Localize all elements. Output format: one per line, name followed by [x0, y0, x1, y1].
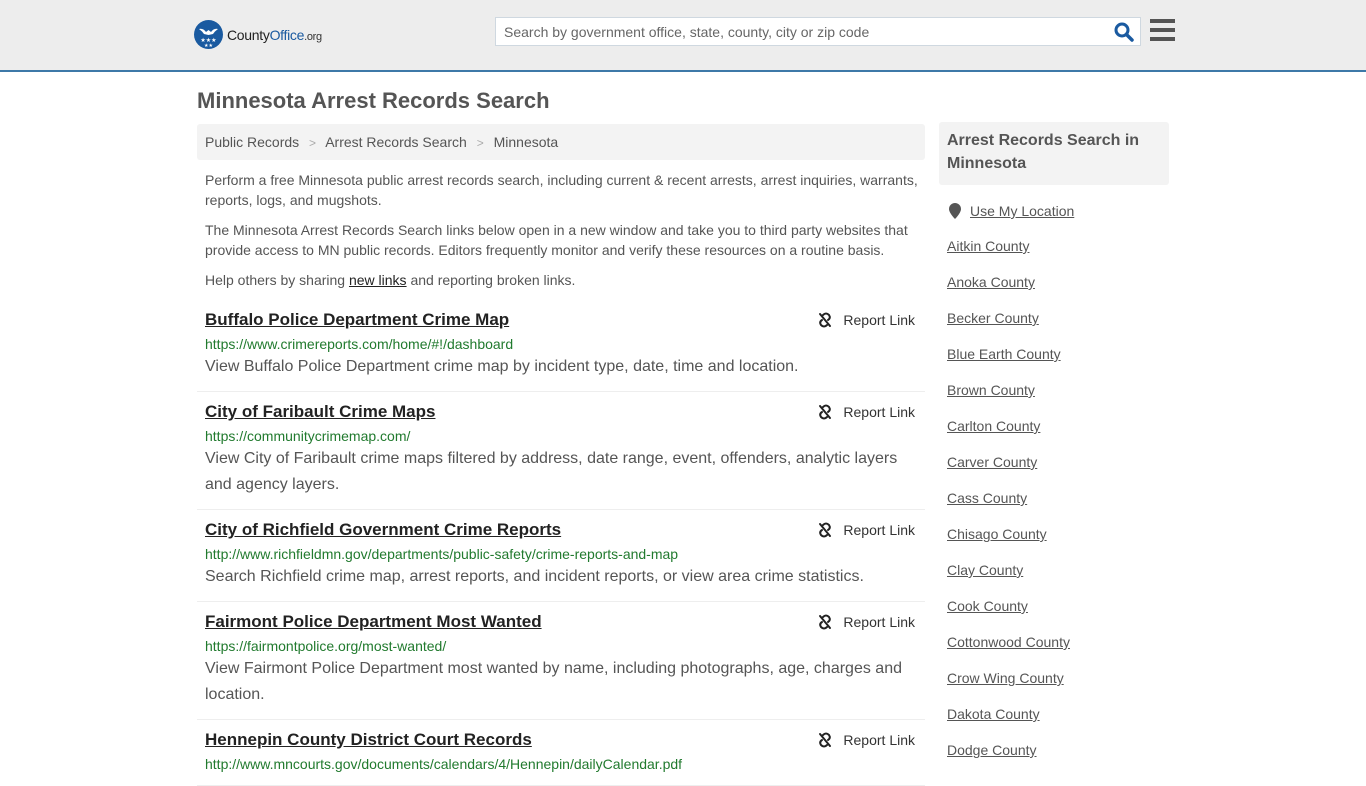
county-link[interactable]: Cottonwood County	[947, 634, 1070, 650]
report-link-button[interactable]: Report Link	[817, 522, 915, 538]
page-title: Minnesota Arrest Records Search	[197, 88, 550, 113]
county-list-item: Becker County	[947, 300, 1169, 336]
result-url[interactable]: https://communitycrimemap.com/	[205, 426, 917, 446]
county-link[interactable]: Chisago County	[947, 526, 1047, 542]
breadcrumb-separator: >	[309, 136, 317, 150]
broken-link-icon	[819, 732, 832, 748]
county-link[interactable]: Carlton County	[947, 418, 1040, 434]
county-list-item: Cottonwood County	[947, 624, 1169, 660]
result-item: City of Faribault Crime Maps Report Link h…	[197, 392, 925, 510]
county-list-item: Blue Earth County	[947, 336, 1169, 372]
county-list-item: Crow Wing County	[947, 660, 1169, 696]
county-list-item: Dodge County	[947, 732, 1169, 768]
hamburger-icon	[1150, 19, 1175, 23]
county-list-item: Clay County	[947, 552, 1169, 588]
use-my-location-link[interactable]: Use My Location	[970, 203, 1074, 219]
county-list-item: Carver County	[947, 444, 1169, 480]
result-description: Search Richfield crime map, arrest repor…	[205, 568, 864, 585]
report-link-label: Report Link	[843, 312, 915, 328]
result-url[interactable]: https://fairmontpolice.org/most-wanted/	[205, 636, 917, 656]
breadcrumb-public-records[interactable]: Public Records	[205, 134, 299, 150]
site-logo[interactable]: ★★★ ★★ CountyOffice.org	[194, 20, 322, 49]
county-link[interactable]: Cook County	[947, 598, 1028, 614]
county-link[interactable]: Crow Wing County	[947, 670, 1064, 686]
search-button[interactable]	[1114, 22, 1134, 42]
result-item: Hennepin County District Court Records Re…	[197, 720, 925, 786]
result-title-link[interactable]: Fairmont Police Department Most Wanted	[205, 612, 542, 632]
result-url[interactable]: https://www.crimereports.com/home/#!/das…	[205, 334, 917, 354]
result-item: City of Richfield Government Crime Repor…	[197, 510, 925, 602]
logo-text: CountyOffice.org	[227, 26, 322, 43]
broken-link-icon	[819, 312, 832, 328]
search-box	[495, 17, 1141, 46]
county-link[interactable]: Carver County	[947, 454, 1037, 470]
breadcrumb-minnesota[interactable]: Minnesota	[494, 134, 559, 150]
result-title-link[interactable]: City of Richfield Government Crime Repor…	[205, 520, 561, 540]
report-link-button[interactable]: Report Link	[817, 312, 915, 328]
search-icon	[1114, 22, 1134, 42]
site-header: ★★★ ★★ CountyOffice.org	[0, 0, 1366, 72]
breadcrumb-separator: >	[476, 136, 484, 150]
report-link-button[interactable]: Report Link	[817, 732, 915, 748]
broken-link-icon	[819, 522, 832, 538]
report-link-button[interactable]: Report Link	[817, 404, 915, 420]
map-pin-icon	[949, 203, 961, 219]
county-list-item: Carlton County	[947, 408, 1169, 444]
search-input[interactable]	[496, 18, 1106, 45]
county-link[interactable]: Dodge County	[947, 742, 1037, 758]
broken-link-icon	[819, 404, 832, 420]
sidebar-heading: Arrest Records Search in Minnesota	[939, 122, 1169, 185]
result-title-link[interactable]: Hennepin County District Court Records	[205, 730, 532, 750]
county-link[interactable]: Anoka County	[947, 274, 1035, 290]
report-link-label: Report Link	[843, 732, 915, 748]
breadcrumb: Public Records > Arrest Records Search >…	[197, 124, 925, 160]
result-description: View City of Faribault crime maps filter…	[205, 450, 898, 493]
county-link[interactable]: Cass County	[947, 490, 1027, 506]
breadcrumb-arrest-records-search[interactable]: Arrest Records Search	[325, 134, 467, 150]
county-list-item: Brown County	[947, 372, 1169, 408]
county-list-item: Anoka County	[947, 264, 1169, 300]
county-link[interactable]: Dakota County	[947, 706, 1040, 722]
result-title-link[interactable]: Buffalo Police Department Crime Map	[205, 310, 509, 330]
menu-button[interactable]	[1150, 19, 1175, 41]
result-url[interactable]: http://www.mncourts.gov/documents/calend…	[205, 754, 917, 774]
result-url[interactable]: http://www.richfieldmn.gov/departments/p…	[205, 544, 917, 564]
intro-paragraph: Perform a free Minnesota public arrest r…	[205, 172, 918, 208]
share-text-end: and reporting broken links.	[406, 272, 576, 288]
result-title-link[interactable]: City of Faribault Crime Maps	[205, 402, 435, 422]
share-text: Help others by sharing	[205, 272, 349, 288]
result-description: View Fairmont Police Department most wan…	[205, 660, 902, 703]
report-link-label: Report Link	[843, 522, 915, 538]
county-link[interactable]: Aitkin County	[947, 238, 1029, 254]
county-list-item: Cass County	[947, 480, 1169, 516]
report-link-label: Report Link	[843, 614, 915, 630]
broken-link-icon	[819, 614, 832, 630]
report-link-label: Report Link	[843, 404, 915, 420]
county-list: Aitkin County Anoka County Becker County Bl…	[939, 228, 1169, 768]
eagle-logo-icon: ★★★ ★★	[194, 20, 223, 49]
county-link[interactable]: Brown County	[947, 382, 1035, 398]
county-list-item: Chisago County	[947, 516, 1169, 552]
share-paragraph: Help others by sharing new links and rep…	[205, 270, 920, 290]
sidebar: Arrest Records Search in Minnesota Use M…	[939, 122, 1169, 768]
county-list-item: Aitkin County	[947, 228, 1169, 264]
county-list-item: Dakota County	[947, 696, 1169, 732]
result-item: Fairmont Police Department Most Wanted Re…	[197, 602, 925, 720]
results-list: Buffalo Police Department Crime Map Repor…	[197, 300, 925, 786]
county-link[interactable]: Becker County	[947, 310, 1039, 326]
county-link[interactable]: Clay County	[947, 562, 1023, 578]
result-item: Buffalo Police Department Crime Map Repor…	[197, 300, 925, 392]
disclaimer-paragraph: The Minnesota Arrest Records Search link…	[205, 222, 908, 258]
report-link-button[interactable]: Report Link	[817, 614, 915, 630]
new-links-link[interactable]: new links	[349, 272, 407, 288]
result-description: View Buffalo Police Department crime map…	[205, 358, 799, 375]
svg-text:★★: ★★	[204, 43, 213, 49]
use-my-location[interactable]: Use My Location	[939, 203, 1169, 219]
county-list-item: Cook County	[947, 588, 1169, 624]
county-link[interactable]: Blue Earth County	[947, 346, 1061, 362]
